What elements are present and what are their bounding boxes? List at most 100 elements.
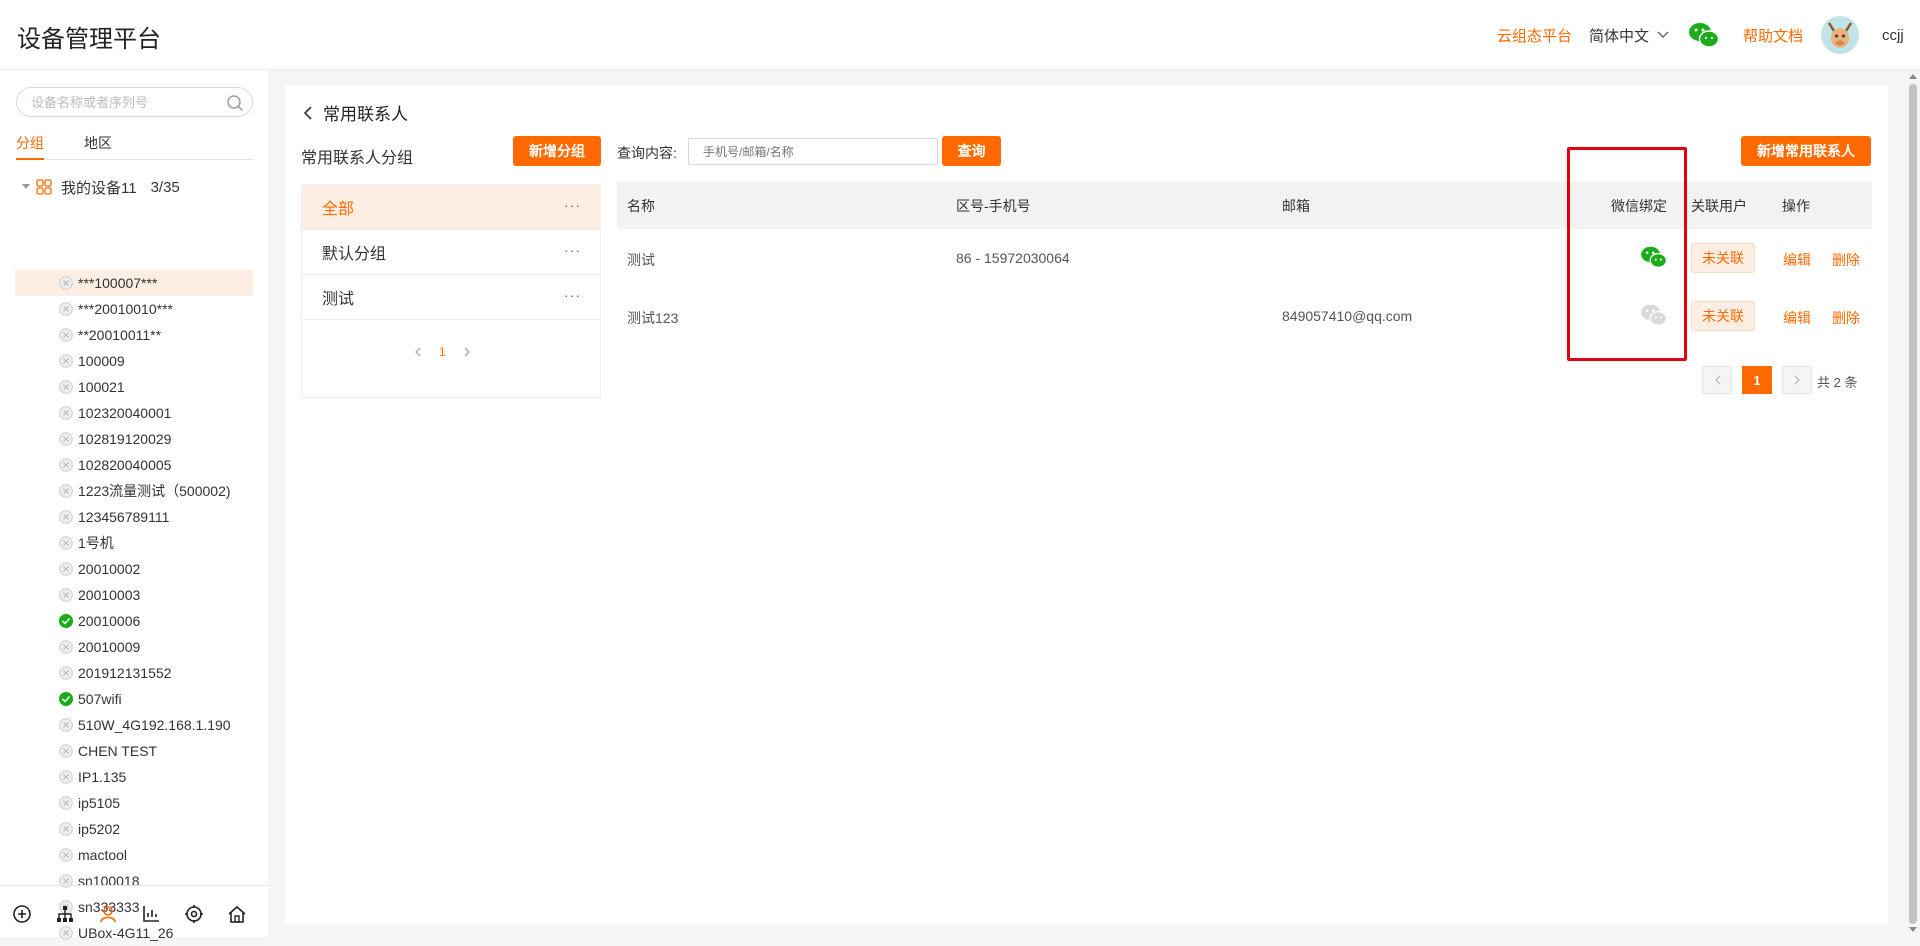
device-search[interactable] xyxy=(16,87,253,117)
device-item[interactable]: 1号机 xyxy=(15,530,253,556)
page-scrollbar[interactable] xyxy=(1906,70,1920,937)
device-item[interactable]: 20010009 xyxy=(15,634,253,660)
device-item[interactable]: ***20010010*** xyxy=(15,296,253,322)
device-item[interactable]: 102820040005 xyxy=(15,452,253,478)
page-number-button[interactable]: 1 xyxy=(1742,366,1772,394)
org-chart-icon[interactable] xyxy=(55,904,75,924)
device-name: 507wifi xyxy=(78,691,122,707)
query-input[interactable] xyxy=(688,138,938,165)
device-name: mactool xyxy=(78,847,128,863)
delete-link[interactable]: 删除 xyxy=(1832,308,1860,328)
device-item[interactable]: 20010006 xyxy=(15,608,253,634)
scroll-up-icon[interactable] xyxy=(1909,73,1917,79)
prev-page-icon[interactable] xyxy=(414,347,421,357)
tree-root-my-devices[interactable]: 我的设备11 3/35 xyxy=(22,177,180,197)
add-group-button[interactable]: 新增分组 xyxy=(513,136,601,166)
offline-icon xyxy=(59,302,73,316)
cloud-platform-link[interactable]: 云组态平台 xyxy=(1497,0,1572,70)
device-item[interactable]: CHEN TEST xyxy=(15,738,253,764)
group-list: 全部 ··· 默认分组 ··· 测试 ··· 1 xyxy=(301,184,601,398)
scroll-down-icon[interactable] xyxy=(1909,927,1917,933)
offline-icon xyxy=(59,744,73,758)
device-name: 123456789111 xyxy=(78,509,170,525)
offline-icon xyxy=(59,276,73,290)
wechat-icon[interactable] xyxy=(1688,0,1720,70)
device-item[interactable]: ip5105 xyxy=(15,790,253,816)
add-contact-button[interactable]: 新增常用联系人 xyxy=(1741,136,1871,166)
offline-icon xyxy=(59,380,73,394)
device-search-input[interactable] xyxy=(31,94,221,110)
username[interactable]: ccjj xyxy=(1882,0,1904,70)
group-item-test[interactable]: 测试 ··· xyxy=(302,275,601,320)
back-header[interactable]: 常用联系人 xyxy=(303,100,408,125)
edit-link[interactable]: 编辑 xyxy=(1783,308,1811,328)
device-item[interactable]: 100009 xyxy=(15,348,253,374)
group-item-all[interactable]: 全部 ··· xyxy=(302,185,601,230)
group-icon xyxy=(36,179,52,195)
device-name: IP1.135 xyxy=(78,769,127,785)
device-item[interactable]: 1223流量测试（500002) xyxy=(15,478,253,504)
edit-link[interactable]: 编辑 xyxy=(1783,250,1811,270)
page-title: 常用联系人 xyxy=(323,105,408,124)
search-icon[interactable] xyxy=(226,94,244,112)
group-page-number[interactable]: 1 xyxy=(439,345,446,359)
device-name: 20010009 xyxy=(78,639,141,655)
device-name: 20010002 xyxy=(78,561,141,577)
prev-page-button[interactable] xyxy=(1702,366,1732,394)
group-item-label: 默认分组 xyxy=(322,246,387,263)
scrollbar-thumb[interactable] xyxy=(1909,84,1917,924)
sidebar-toolbar xyxy=(0,885,268,937)
tab-region[interactable]: 地区 xyxy=(84,133,112,153)
offline-icon xyxy=(59,588,73,602)
group-item-default[interactable]: 默认分组 ··· xyxy=(302,230,601,275)
back-arrow-icon[interactable] xyxy=(303,105,313,120)
next-page-button[interactable] xyxy=(1782,366,1812,394)
device-name: **20010011** xyxy=(78,327,162,343)
cell-phone: 86 - 15972030064 xyxy=(956,250,1070,266)
device-item[interactable]: 201912131552 xyxy=(15,660,253,686)
device-name: 100009 xyxy=(78,353,125,369)
more-icon[interactable]: ··· xyxy=(564,242,581,258)
device-item[interactable]: 102819120029 xyxy=(15,426,253,452)
offline-icon xyxy=(59,432,73,446)
language-select[interactable]: 简体中文 xyxy=(1589,0,1669,70)
more-icon[interactable]: ··· xyxy=(564,287,581,303)
chart-icon[interactable] xyxy=(141,904,161,924)
device-item[interactable]: 123456789111 xyxy=(15,504,253,530)
app-title: 设备管理平台 xyxy=(17,26,161,53)
home-icon[interactable] xyxy=(227,904,247,924)
device-item[interactable]: 102320040001 xyxy=(15,400,253,426)
device-item[interactable]: 510W_4G192.168.1.190 xyxy=(15,712,253,738)
group-section-title: 常用联系人分组 xyxy=(301,150,414,167)
tab-group[interactable]: 分组 xyxy=(16,133,44,160)
unlinked-badge[interactable]: 未关联 xyxy=(1691,243,1755,273)
tree-root-count: 3/35 xyxy=(150,178,180,196)
offline-icon xyxy=(59,510,73,524)
device-name: 1号机 xyxy=(78,535,114,551)
device-item[interactable]: 20010003 xyxy=(15,582,253,608)
device-item[interactable]: 507wifi xyxy=(15,686,253,712)
next-page-icon[interactable] xyxy=(464,347,471,357)
add-circle-icon[interactable] xyxy=(12,904,32,924)
query-button[interactable]: 查询 xyxy=(942,136,1001,166)
device-item[interactable]: 20010002 xyxy=(15,556,253,582)
device-item[interactable]: 100021 xyxy=(15,374,253,400)
caret-down-icon[interactable] xyxy=(22,184,30,190)
settings-icon[interactable] xyxy=(184,904,204,924)
device-item[interactable]: mactool xyxy=(15,842,253,868)
device-name: 102320040001 xyxy=(78,405,172,421)
help-docs-link[interactable]: 帮助文档 xyxy=(1743,0,1803,70)
offline-icon xyxy=(59,770,73,784)
user-icon[interactable] xyxy=(98,904,118,924)
unlinked-badge[interactable]: 未关联 xyxy=(1691,301,1755,331)
avatar[interactable] xyxy=(1821,0,1859,70)
device-name: 20010006 xyxy=(78,613,141,629)
device-item[interactable]: IP1.135 xyxy=(15,764,253,790)
device-item[interactable]: ***100007*** xyxy=(15,270,253,296)
device-item[interactable]: ip5202 xyxy=(15,816,253,842)
device-item[interactable]: **20010011** xyxy=(15,322,253,348)
more-icon[interactable]: ··· xyxy=(564,197,581,213)
delete-link[interactable]: 删除 xyxy=(1832,250,1860,270)
device-name: 201912131552 xyxy=(78,665,172,681)
sidebar: 分组 地区 我的设备11 3/35 ***100007*** ***2001001… xyxy=(0,70,268,941)
